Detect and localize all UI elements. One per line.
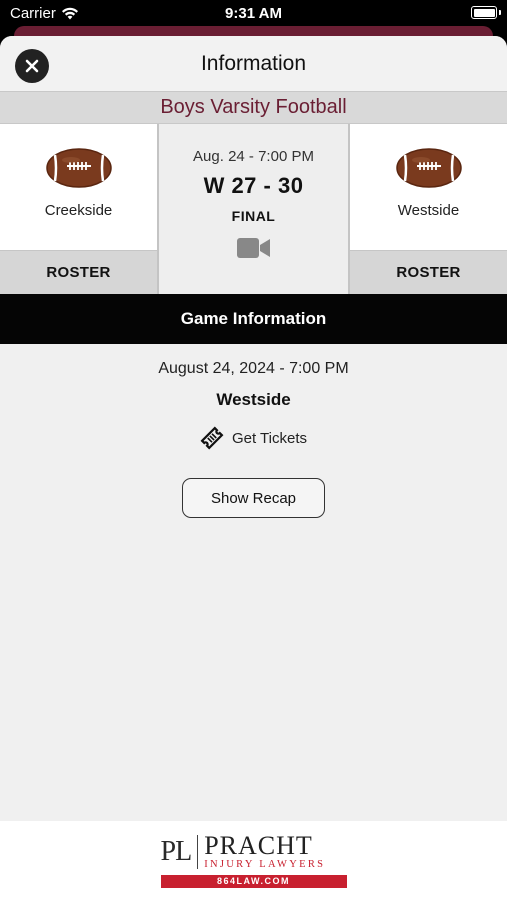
battery-tip xyxy=(499,10,501,15)
page-title: Information xyxy=(200,52,307,75)
status-time: 9:31 AM xyxy=(225,5,282,22)
game-information-heading: Game Information xyxy=(0,294,507,344)
home-team-card[interactable]: Creekside xyxy=(0,124,157,250)
away-team-card[interactable]: Westside xyxy=(350,124,507,250)
game-information-body: August 24, 2024 - 7:00 PM Westside Get T… xyxy=(0,344,507,518)
information-sheet: Information Boys Varsity Football Creeks… xyxy=(0,36,507,900)
game-status: FINAL xyxy=(231,208,276,224)
away-team: Westside ROSTER xyxy=(350,124,507,294)
video-camera-icon[interactable] xyxy=(236,236,271,260)
ad-logo-row: PL PRACHT INJURY LAWYERS xyxy=(161,833,347,871)
get-tickets-label: Get Tickets xyxy=(231,429,308,447)
ad-tagline: INJURY LAWYERS xyxy=(204,859,326,870)
game-score: W 27 - 30 xyxy=(203,173,304,198)
pracht-ad-logo[interactable]: PL PRACHT INJURY LAWYERS 864LAW.COM xyxy=(160,833,347,888)
ad-text: PRACHT INJURY LAWYERS xyxy=(198,833,325,871)
matchup: Creekside ROSTER Aug. 24 - 7:00 PM W 27 … xyxy=(0,124,507,294)
battery-icon xyxy=(471,6,497,19)
ad-url: 864LAW.COM xyxy=(160,875,347,888)
ticket-icon xyxy=(200,426,224,450)
get-tickets-link[interactable]: Get Tickets xyxy=(200,426,307,450)
home-team-name: Creekside xyxy=(44,202,113,219)
home-roster-button[interactable]: ROSTER xyxy=(0,250,157,294)
show-recap-button[interactable]: Show Recap xyxy=(182,478,325,518)
game-location: Westside xyxy=(216,390,291,409)
sport-title: Boys Varsity Football xyxy=(0,91,507,124)
ad-banner[interactable]: PL PRACHT INJURY LAWYERS 864LAW.COM xyxy=(0,821,507,900)
ad-brand: PRACHT xyxy=(204,831,313,860)
game-date: Aug. 24 - 7:00 PM xyxy=(193,148,314,165)
football-icon xyxy=(395,148,462,188)
sheet-header: Information xyxy=(0,36,507,91)
home-team: Creekside ROSTER xyxy=(0,124,157,294)
football-icon xyxy=(45,148,112,188)
status-bar: Carrier 9:31 AM xyxy=(0,0,507,26)
away-roster-button[interactable]: ROSTER xyxy=(350,250,507,294)
ad-monogram: PL xyxy=(161,835,199,869)
score-panel: Aug. 24 - 7:00 PM W 27 - 30 FINAL xyxy=(157,124,350,294)
game-datetime: August 24, 2024 - 7:00 PM xyxy=(158,360,349,377)
away-team-name: Westside xyxy=(397,202,460,219)
